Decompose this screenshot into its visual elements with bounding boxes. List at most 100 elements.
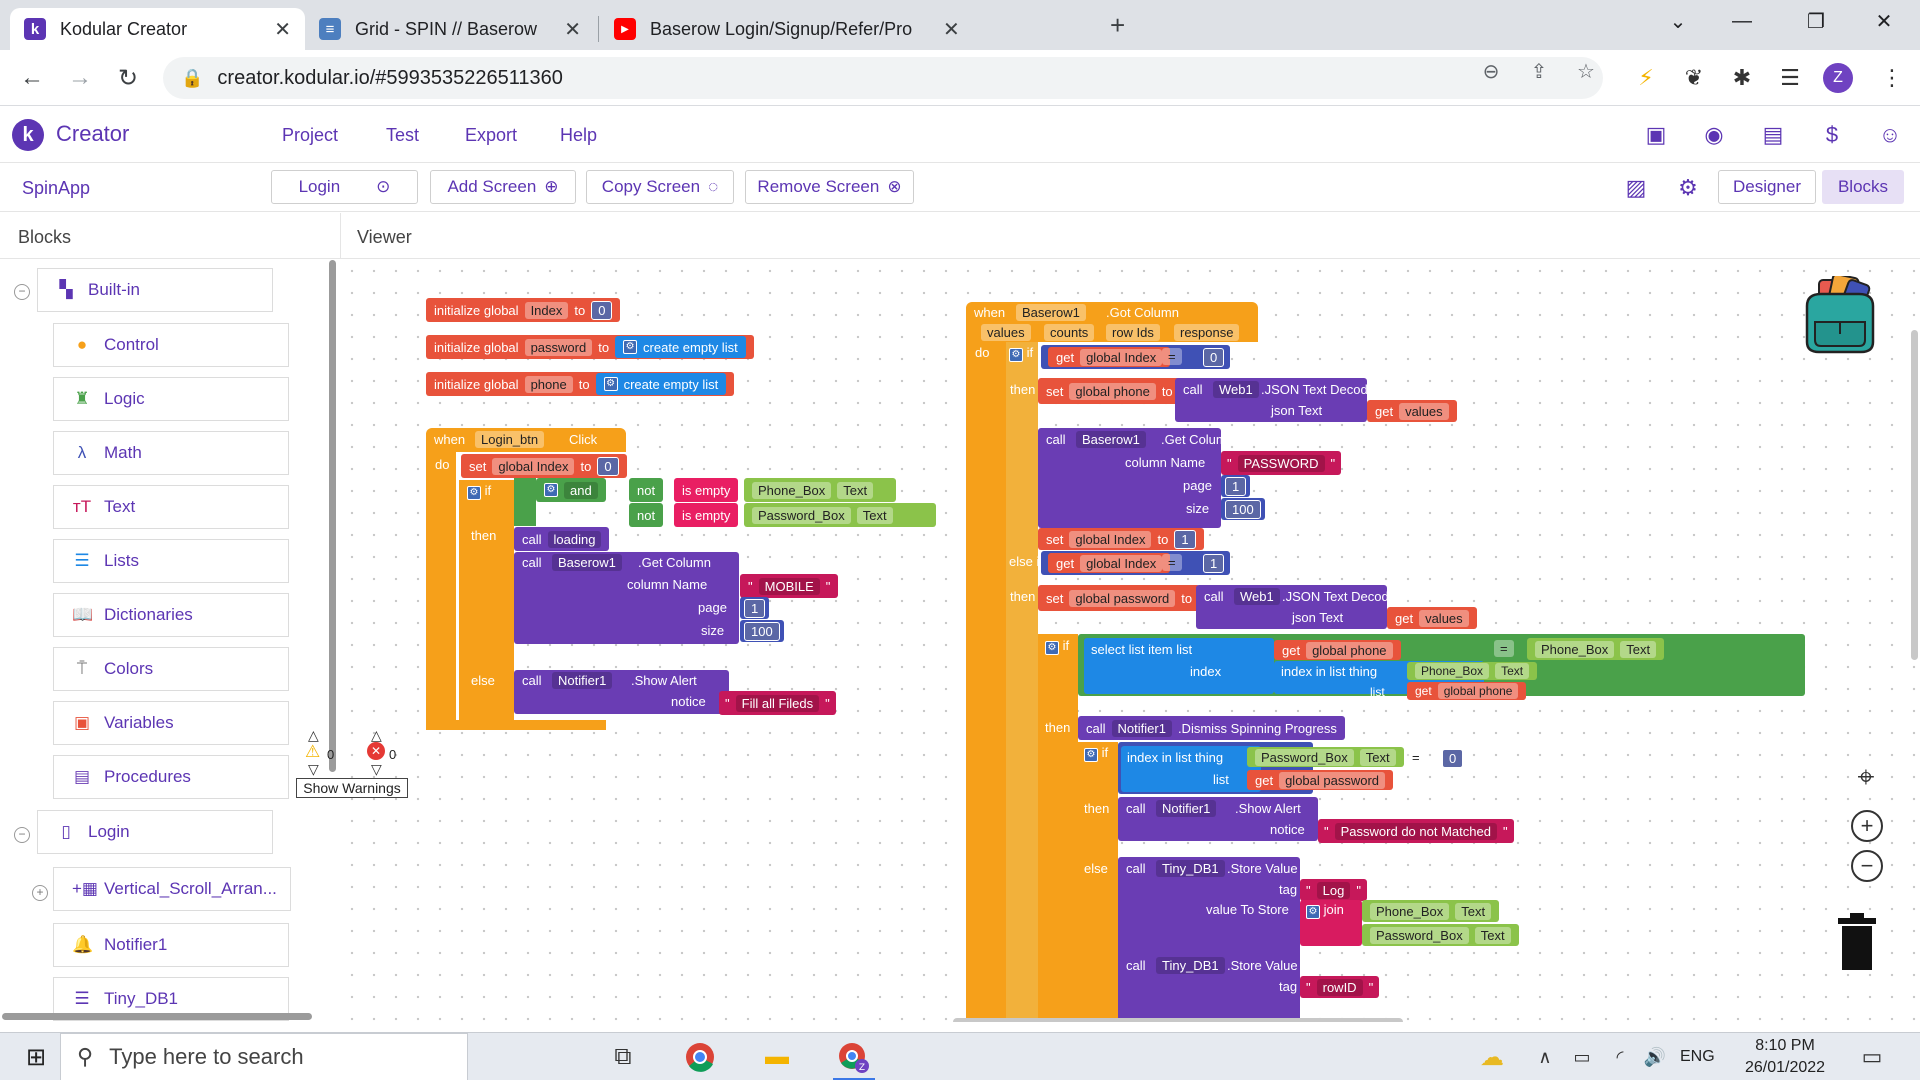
drawer-math[interactable]: λ Math [53,431,289,475]
workspace-horizontal-scrollbar[interactable] [953,1018,1403,1022]
address-bar[interactable]: 🔒 creator.kodular.io/#5993535226511360 [163,57,1603,99]
if-block[interactable] [459,480,514,730]
new-tab-icon[interactable]: + [1110,10,1125,41]
folder-icon[interactable]: ▣ [1642,121,1670,149]
drawer-procedures[interactable]: ▤ Procedures [53,755,289,799]
property-dropdown[interactable]: Text [837,481,874,499]
component-dropdown[interactable]: Phone_Box [752,481,832,499]
get-values-block[interactable]: get values [1367,400,1457,422]
close-icon[interactable]: ✕ [943,17,960,42]
password-box-text-getter[interactable]: Password_Box Text [1247,747,1404,767]
expand-icon[interactable]: + [32,885,48,901]
get-values-block[interactable]: get values [1387,607,1477,629]
var-dropdown[interactable]: global password [1069,589,1176,607]
text-block-rowid[interactable]: " rowID " [1300,976,1380,998]
text-block-not-matched[interactable]: " Password do not Matched " [1318,819,1514,843]
menu-export[interactable]: Export [465,125,517,146]
chrome-profile-taskbar-icon[interactable]: Z [833,1039,873,1075]
minimize-icon[interactable]: — [1710,0,1774,42]
var-dropdown[interactable]: global Index [1080,554,1163,572]
docs-icon[interactable]: ▤ [1759,121,1787,149]
init-global-password-block[interactable]: initialize global password to ⚙ create em… [426,335,754,359]
component-dropdown[interactable]: Tiny_DB1 [1156,957,1225,974]
drawer-text[interactable]: ᴛT Text [53,485,289,529]
get-global-index[interactable]: get global Index [1048,553,1171,573]
var-dropdown[interactable]: global phone [1306,641,1393,659]
weather-icon[interactable]: ☁ [1472,1039,1512,1075]
number-value[interactable]: 100 [1225,499,1261,519]
battery-icon[interactable]: ▭ [1562,1039,1602,1075]
phone-box-text-getter[interactable]: Phone_Box Text [1407,662,1538,680]
create-empty-list-block[interactable]: ⚙ create empty list [595,373,727,395]
gear-icon[interactable]: ⚙ [623,340,638,354]
drawer-control[interactable]: ● Control [53,323,289,367]
not-block[interactable]: not [629,503,664,527]
task-view-icon[interactable]: ⧉ [603,1039,643,1075]
panel-vertical-scrollbar[interactable] [329,260,336,772]
property-dropdown[interactable]: Text [1474,926,1511,944]
string-value[interactable]: Fill all Fileds [735,694,820,712]
property-dropdown[interactable]: Text [1620,640,1657,658]
chrome-taskbar-icon[interactable] [680,1039,720,1075]
component-dropdown[interactable]: Password_Box [752,506,851,524]
number-value[interactable]: 1 [744,598,766,618]
number-block[interactable]: 0 [597,456,619,476]
number-value[interactable]: 1 [1225,476,1247,496]
component-dropdown[interactable]: Baserow1 [552,554,622,571]
wifi-icon[interactable]: ◜ [1600,1039,1640,1075]
blocks-button[interactable]: Blocks [1822,170,1904,204]
designer-button[interactable]: Designer [1718,170,1816,204]
warnings-next-icon[interactable]: ▽ [308,761,319,778]
property-dropdown[interactable]: Text [1495,663,1530,679]
plant-extension-icon[interactable]: ❦ [1676,60,1712,96]
menu-help[interactable]: Help [560,125,597,146]
file-explorer-icon[interactable]: ▬ [757,1039,797,1075]
number-block[interactable]: 1 [740,597,770,619]
component-dropdown[interactable]: Notifier1 [1111,719,1172,737]
event-param[interactable]: counts [1044,324,1095,341]
number-block[interactable]: 0 [591,300,613,320]
event-param[interactable]: values [981,324,1031,341]
blocks-workspace[interactable]: initialize global Index to 0 initialize … [341,260,1920,1022]
and-block[interactable] [514,478,536,526]
component-dropdown[interactable]: Password_Box [1370,926,1469,944]
component-dropdown[interactable]: Phone_Box [1415,663,1490,679]
var-dropdown[interactable]: global Index [492,457,575,475]
set-global-phone-block[interactable]: set global phone to [1038,378,1181,404]
zoom-in-icon[interactable]: + [1851,810,1883,842]
var-dropdown[interactable]: global Index [1069,530,1152,548]
gear-icon[interactable]: ⚙ [1045,641,1059,655]
gear-icon[interactable]: ⚙ [1009,348,1023,362]
component-dropdown[interactable]: Password_Box [1255,748,1354,766]
var-dropdown[interactable]: global Index [1080,348,1163,366]
zoom-icon[interactable]: ⊖ [1478,58,1504,84]
account-icon[interactable]: ☺ [1876,121,1904,149]
add-screen-button[interactable]: Add Screen ⊕ [430,170,576,204]
screen-select[interactable]: Login ⊙ [271,170,418,204]
number-block[interactable]: 0 [1442,749,1464,768]
event-param[interactable]: row Ids [1106,324,1160,341]
property-dropdown[interactable]: Text [1455,902,1492,920]
component-dropdown[interactable]: Login_btn [475,431,545,448]
set-global-password-block[interactable]: set global password to [1038,585,1201,611]
component-dropdown[interactable]: Web1 [1234,588,1280,605]
component-dropdown[interactable]: Notifier1 [552,672,613,689]
component-dropdown[interactable]: Baserow1 [1016,304,1086,321]
set-global-index-block[interactable]: set global Index to 1 [1038,528,1204,550]
component-dropdown[interactable]: Phone_Box [1535,640,1615,658]
window-close-icon[interactable]: ✕ [1852,0,1916,42]
init-global-phone-block[interactable]: initialize global phone to ⚙ create empty… [426,372,735,396]
component-vertical-scroll[interactable]: +▦ Vertical_Scroll_Arran... [53,867,291,911]
component-dropdown[interactable]: Baserow1 [1076,431,1146,448]
text-block-mobile[interactable]: " MOBILE " [740,574,839,598]
forward-icon[interactable]: → [62,60,98,96]
recenter-icon[interactable]: ⌖ [1850,761,1882,794]
string-value[interactable]: PASSWORD [1237,454,1325,472]
trash-icon[interactable] [1836,912,1878,972]
collapse-icon[interactable]: − [14,284,30,300]
inner-if-block[interactable] [1078,742,1118,1022]
operator-dropdown[interactable]: = [1162,348,1182,365]
property-dropdown[interactable]: Text [1359,748,1396,766]
is-empty-block[interactable]: is empty [674,503,739,527]
text-block-password[interactable]: " PASSWORD " [1221,451,1342,475]
